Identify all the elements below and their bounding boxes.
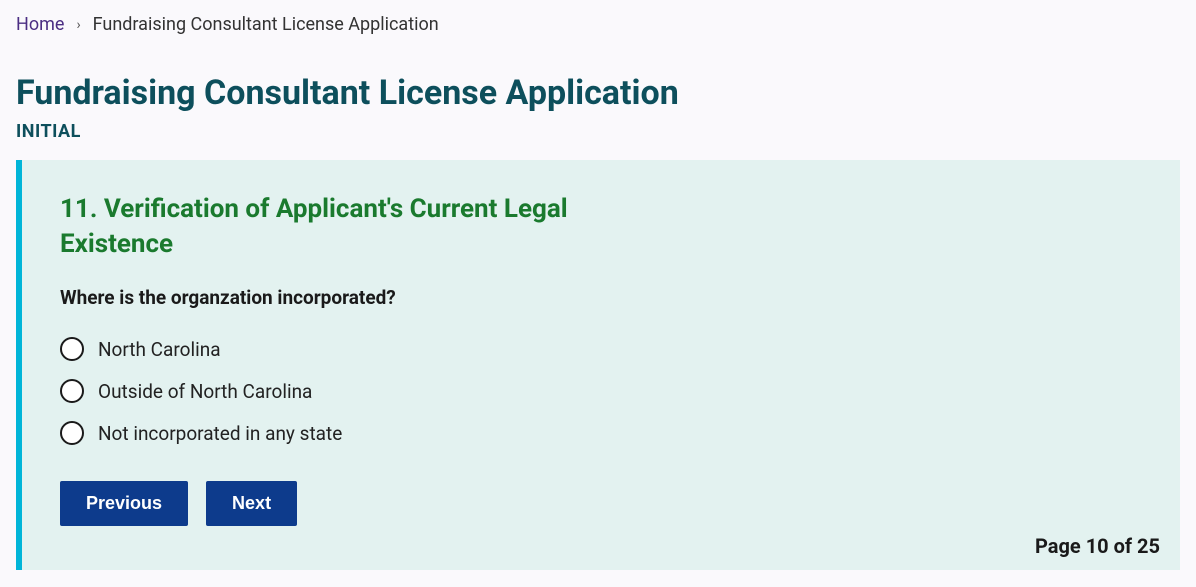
page-title: Fundraising Consultant License Applicati… <box>16 73 1180 113</box>
next-button[interactable]: Next <box>206 481 297 526</box>
radio-label: Outside of North Carolina <box>98 380 312 403</box>
section-title: 11. Verification of Applicant's Current … <box>60 192 620 262</box>
page-subtitle: INITIAL <box>16 121 1180 142</box>
breadcrumb-home[interactable]: Home <box>16 14 64 35</box>
radio-option-nc[interactable]: North Carolina <box>60 337 1142 361</box>
radio-icon <box>60 337 84 361</box>
radio-label: North Carolina <box>98 338 221 361</box>
breadcrumb: Home › Fundraising Consultant License Ap… <box>0 0 1196 49</box>
form-question: Where is the organzation incorporated? <box>60 286 1142 309</box>
page-header: Fundraising Consultant License Applicati… <box>0 73 1196 160</box>
radio-option-not-incorporated[interactable]: Not incorporated in any state <box>60 421 1142 445</box>
previous-button[interactable]: Previous <box>60 481 188 526</box>
radio-group: North Carolina Outside of North Carolina… <box>60 337 1142 445</box>
button-row: Previous Next <box>60 481 1142 526</box>
radio-icon <box>60 379 84 403</box>
page-indicator: Page 10 of 25 <box>1035 534 1160 558</box>
breadcrumb-current: Fundraising Consultant License Applicati… <box>93 14 439 35</box>
chevron-right-icon: › <box>76 17 80 33</box>
radio-label: Not incorporated in any state <box>98 422 342 445</box>
radio-option-outside-nc[interactable]: Outside of North Carolina <box>60 379 1142 403</box>
radio-icon <box>60 421 84 445</box>
form-card: 11. Verification of Applicant's Current … <box>16 160 1180 570</box>
